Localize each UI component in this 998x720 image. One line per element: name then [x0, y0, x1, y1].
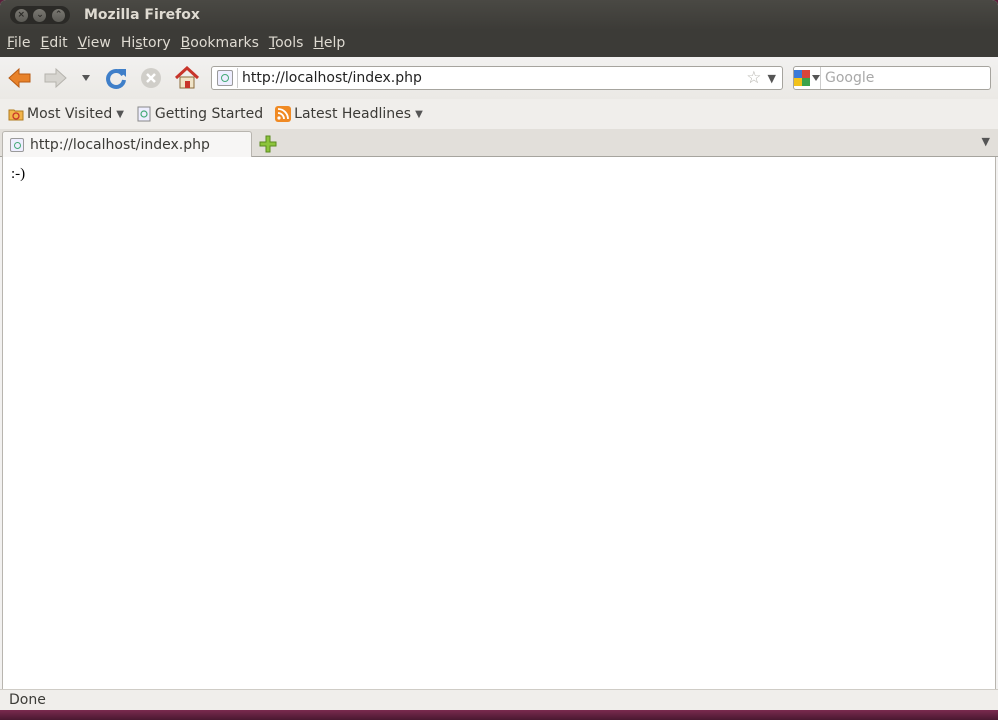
- status-text: Done: [9, 692, 46, 708]
- title-bar: × ⌄ ⌃ Mozilla Firefox: [0, 0, 998, 30]
- minimize-icon[interactable]: ⌄: [32, 7, 48, 23]
- search-input[interactable]: [821, 68, 998, 88]
- maximize-icon[interactable]: ⌃: [51, 7, 67, 23]
- tab-localhost[interactable]: http://localhost/index.php: [2, 131, 252, 158]
- home-icon[interactable]: [173, 64, 201, 92]
- search-bar: [793, 66, 998, 90]
- chevron-down-icon: ▼: [116, 108, 124, 120]
- window-controls: × ⌄ ⌃: [10, 6, 70, 24]
- page-icon: [136, 106, 152, 122]
- tab-label: http://localhost/index.php: [30, 137, 210, 153]
- menu-tools[interactable]: Tools: [264, 30, 309, 57]
- forward-arrow-icon[interactable]: [41, 64, 69, 92]
- stop-icon[interactable]: [137, 64, 165, 92]
- page-icon: [10, 138, 24, 152]
- site-identity-icon[interactable]: [217, 70, 233, 86]
- window-title: Mozilla Firefox: [84, 7, 200, 23]
- close-icon[interactable]: ×: [13, 7, 29, 23]
- url-input[interactable]: [237, 68, 747, 88]
- bookmark-most-visited[interactable]: Most Visited ▼: [8, 106, 124, 122]
- url-bar: ☆ ▼: [211, 66, 783, 90]
- firefox-window: × ⌄ ⌃ Mozilla Firefox File Edit View His…: [0, 0, 998, 720]
- menu-file[interactable]: File: [2, 30, 35, 57]
- history-dropdown-icon[interactable]: [73, 64, 99, 92]
- google-icon: [794, 70, 810, 86]
- menu-bar: File Edit View History Bookmarks Tools H…: [0, 30, 998, 57]
- back-arrow-icon[interactable]: [6, 64, 34, 92]
- tab-bar: http://localhost/index.php ▼: [0, 129, 998, 158]
- chevron-down-icon: ▼: [415, 108, 423, 120]
- bookmark-latest-headlines[interactable]: Latest Headlines ▼: [275, 106, 423, 122]
- status-bar: Done: [0, 689, 998, 710]
- menu-help[interactable]: Help: [308, 30, 350, 57]
- rss-icon: [275, 106, 292, 122]
- smart-folder-icon: [8, 106, 24, 122]
- bookmarks-toolbar: Most Visited ▼ Getting Started Latest He…: [0, 99, 998, 129]
- bookmark-getting-started[interactable]: Getting Started: [136, 106, 263, 122]
- plus-icon[interactable]: [258, 134, 278, 154]
- menu-history[interactable]: History: [116, 30, 176, 57]
- reload-icon[interactable]: [102, 64, 130, 92]
- navigation-toolbar: ☆ ▼: [0, 57, 998, 99]
- page-content: :-): [2, 157, 996, 689]
- chevron-down-icon: [812, 75, 820, 81]
- menu-bookmarks[interactable]: Bookmarks: [176, 30, 264, 57]
- page-text: :-): [11, 166, 26, 182]
- menu-edit[interactable]: Edit: [35, 30, 72, 57]
- tab-list-dropdown-icon[interactable]: ▼: [982, 135, 990, 148]
- desktop-background: [0, 710, 998, 720]
- search-engine-selector[interactable]: [794, 67, 821, 89]
- url-dropdown-icon[interactable]: ▼: [768, 72, 776, 85]
- star-icon[interactable]: ☆: [746, 68, 761, 88]
- menu-view[interactable]: View: [73, 30, 116, 57]
